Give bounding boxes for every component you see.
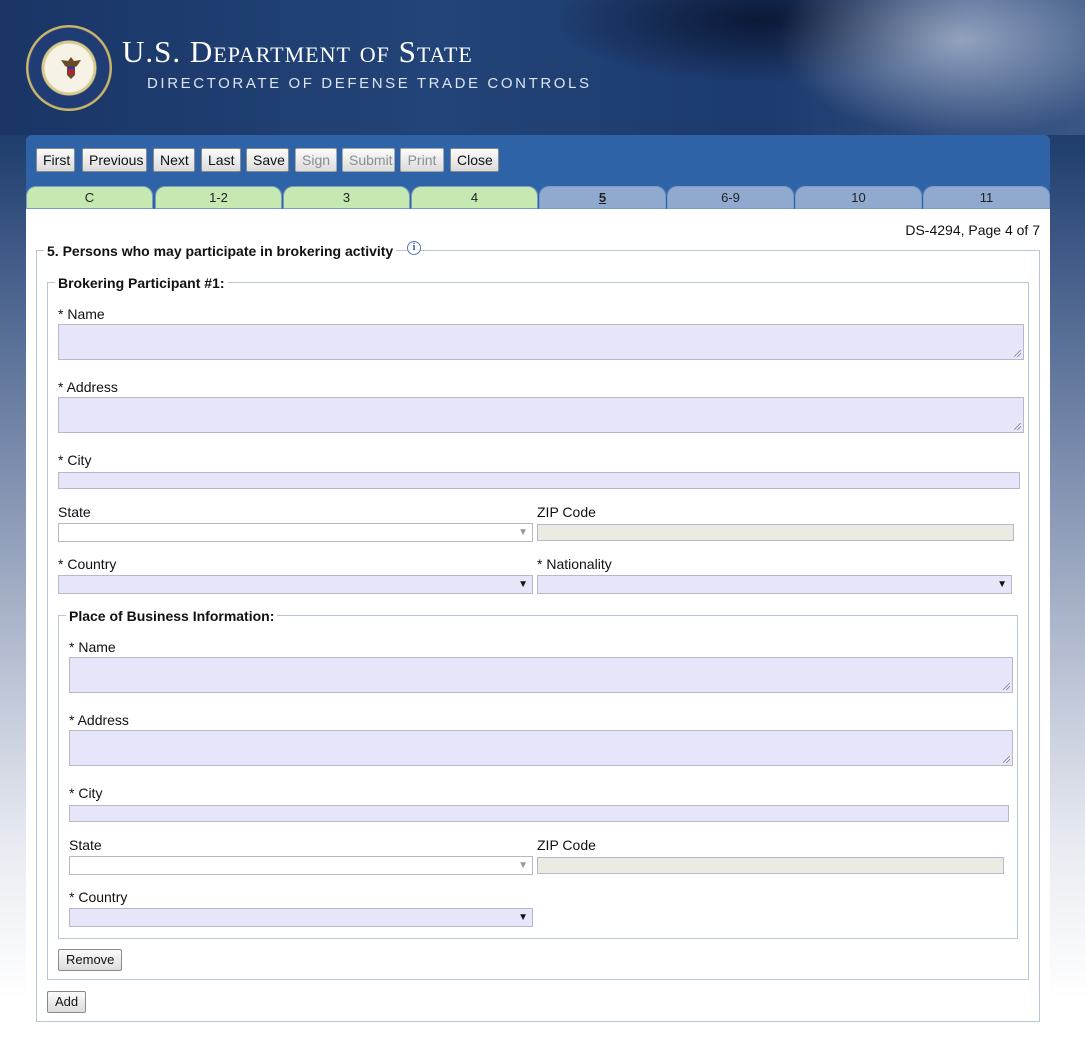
dropdown-arrow-icon: ▼	[518, 912, 528, 923]
business-country-select[interactable]: ▼	[69, 908, 533, 927]
submit-button[interactable]: Submit	[342, 148, 395, 172]
name-field[interactable]	[58, 324, 1024, 360]
first-button[interactable]: First	[36, 148, 75, 172]
business-address-field[interactable]	[69, 730, 1013, 766]
resize-grip-icon[interactable]	[1014, 423, 1021, 430]
business-name-field[interactable]	[69, 657, 1013, 693]
business-country-label: * Country	[69, 889, 128, 905]
form-content: DS-4294, Page 4 of 7 5. Persons who may …	[26, 209, 1050, 1033]
city-label: * City	[58, 452, 92, 468]
business-city-field[interactable]	[69, 805, 1009, 822]
country-label: * Country	[58, 556, 117, 572]
dropdown-arrow-icon: ▼	[518, 579, 528, 590]
previous-button[interactable]: Previous	[82, 148, 147, 172]
business-title: Place of Business Information:	[66, 608, 278, 624]
business-address-label: * Address	[69, 712, 129, 728]
next-button[interactable]: Next	[153, 148, 195, 172]
nationality-label: * Nationality	[537, 556, 612, 572]
tab-11[interactable]: 11	[923, 186, 1050, 209]
close-button[interactable]: Close	[450, 148, 499, 172]
dropdown-arrow-icon: ▼	[518, 527, 528, 538]
print-button[interactable]: Print	[400, 148, 444, 172]
header-banner: U.S. DEPARTMENT OF STATE DIRECTORATE OF …	[0, 0, 1085, 135]
zip-field[interactable]	[537, 524, 1014, 541]
section-5-title: 5. Persons who may participate in broker…	[44, 243, 397, 259]
business-name-label: * Name	[69, 639, 116, 655]
dropdown-arrow-icon: ▼	[518, 860, 528, 871]
tab-3[interactable]: 3	[283, 186, 410, 209]
state-label: State	[58, 504, 91, 520]
remove-button[interactable]: Remove	[58, 949, 123, 971]
add-button[interactable]: Add	[47, 991, 87, 1013]
tab-6-9[interactable]: 6-9	[667, 186, 794, 209]
resize-grip-icon[interactable]	[1003, 756, 1010, 763]
info-icon[interactable]: i	[407, 241, 421, 255]
tab-10[interactable]: 10	[795, 186, 922, 209]
participant-title: Brokering Participant #1:	[55, 275, 228, 291]
address-label: * Address	[58, 379, 118, 395]
tab-1-2[interactable]: 1-2	[155, 186, 282, 209]
business-zip-field[interactable]	[537, 857, 1004, 874]
department-title: U.S. DEPARTMENT OF STATE	[122, 34, 473, 69]
last-button[interactable]: Last	[201, 148, 241, 172]
business-state-select[interactable]: ▼	[69, 856, 533, 875]
country-select[interactable]: ▼	[58, 575, 533, 594]
business-state-label: State	[69, 837, 102, 853]
business-zip-label: ZIP Code	[537, 837, 596, 853]
dropdown-arrow-icon: ▼	[997, 579, 1007, 590]
tab-c[interactable]: C	[26, 186, 153, 209]
city-field[interactable]	[58, 472, 1020, 489]
state-select[interactable]: ▼	[58, 523, 533, 542]
eagle-icon	[61, 57, 81, 79]
zip-label: ZIP Code	[537, 504, 596, 520]
nationality-select[interactable]: ▼	[537, 575, 1012, 594]
department-seal-icon	[26, 25, 112, 111]
business-city-label: * City	[69, 785, 103, 801]
tab-5[interactable]: 5	[539, 186, 666, 209]
resize-grip-icon[interactable]	[1003, 683, 1010, 690]
address-field[interactable]	[58, 397, 1024, 433]
name-label: * Name	[58, 306, 105, 322]
resize-grip-icon[interactable]	[1014, 350, 1021, 357]
page-tabs: C 1-2 3 4 5 6-9 10 11	[26, 186, 1050, 209]
save-button[interactable]: Save	[246, 148, 289, 172]
sign-button[interactable]: Sign	[295, 148, 337, 172]
tab-4[interactable]: 4	[411, 186, 538, 209]
page-info: DS-4294, Page 4 of 7	[905, 222, 1040, 238]
directorate-subtitle: DIRECTORATE OF DEFENSE TRADE CONTROLS	[147, 75, 592, 92]
